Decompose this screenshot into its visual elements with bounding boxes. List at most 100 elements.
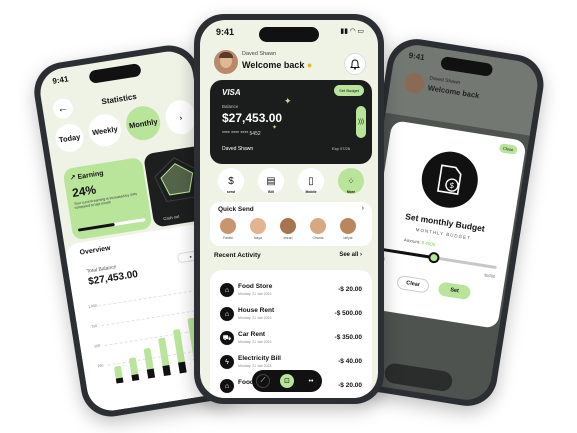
recent-activity-title: Recent Activity xyxy=(214,252,261,259)
bar-segment-dark xyxy=(178,362,187,374)
balance-label: Balance xyxy=(222,104,239,109)
close-button[interactable]: Close xyxy=(498,143,518,155)
quick-send-title: Quick Send xyxy=(218,206,254,213)
activity-date: Monday, 21 Jan 2023 xyxy=(238,292,272,296)
contact-name: lafiyal xyxy=(343,236,353,240)
contact-name: Chams xyxy=(312,236,324,240)
home-screen: 9:41 ▮▮ ◠ ▭ Daved Shawn Welcome back ● V… xyxy=(200,20,378,398)
contactless-icon: ))) xyxy=(356,106,366,138)
set-button[interactable]: Set xyxy=(437,281,472,301)
chart-bar xyxy=(113,365,124,384)
bar-segment-dark xyxy=(146,368,156,379)
y-tick-label: 250 xyxy=(97,363,104,369)
period-today[interactable]: Today xyxy=(53,121,86,154)
chart-bar xyxy=(172,328,187,374)
activity-row[interactable]: ⛟ Car Rent Monday, 21 Jan 2023 -$ 350.00 xyxy=(220,330,362,350)
tab-scan[interactable]: ⊡ xyxy=(280,374,294,388)
document-dollar-icon: $ xyxy=(436,164,462,196)
wave-icon: ● xyxy=(306,60,313,70)
activity-amount: -$ 20.00 xyxy=(338,286,362,293)
activity-row[interactable]: ⌂ House Rent Monday, 21 Jan 2023 -$ 500.00 xyxy=(220,306,362,326)
category-icon: ⌂ xyxy=(220,307,234,321)
amount-value: $ 4000 xyxy=(421,240,436,248)
activity-amount: -$ 350.00 xyxy=(334,334,362,341)
budget-icon: $ xyxy=(417,147,482,212)
close-label: Close xyxy=(502,145,514,153)
bell-icon xyxy=(350,58,360,70)
contact-avatar[interactable] xyxy=(280,218,296,234)
period-more[interactable]: › xyxy=(163,98,199,137)
trend-up-icon: ↗ xyxy=(69,174,77,183)
slider-max: $5000 xyxy=(483,272,496,279)
greeting: Welcome back ● xyxy=(242,60,313,70)
budget-modal: Close $ Set monthly Budget MONTHLY BUDGE… xyxy=(362,119,527,329)
chart-bar xyxy=(157,337,171,377)
category-icon: ⌂ xyxy=(220,379,234,393)
tab-more[interactable]: •• xyxy=(304,374,318,388)
activity-name: Electricity Bill xyxy=(238,355,281,362)
notification-button[interactable] xyxy=(344,53,366,75)
contact-name: Farabi xyxy=(223,236,233,240)
budget-slider[interactable] xyxy=(381,247,497,270)
contact-avatar[interactable] xyxy=(250,218,266,234)
activity-date: Monday, 21 Jan 2023 xyxy=(238,364,272,368)
tab-stats[interactable]: ⟋ xyxy=(256,374,270,388)
activity-name: Food Store xyxy=(238,283,273,290)
card-number: **** **** **** 5452 xyxy=(222,131,261,137)
category-icon: ϟ xyxy=(220,355,234,369)
set-budget-label: Set Budget xyxy=(339,88,359,93)
bar-segment-dark xyxy=(115,377,124,384)
chevron-icon: › xyxy=(178,112,183,122)
chevron-right-icon: › xyxy=(360,252,362,258)
activity-date: Monday, 21 Jan 2023 xyxy=(238,316,272,320)
contact-avatar[interactable] xyxy=(310,218,326,234)
dynamic-island xyxy=(88,62,142,84)
send-icon: $ xyxy=(228,175,234,187)
tab-bar: ⟋ ⊡ •• xyxy=(252,370,322,392)
set-budget-button[interactable]: Set Budget xyxy=(334,85,364,96)
contact-avatar[interactable] xyxy=(220,218,236,234)
slider-handle[interactable] xyxy=(427,251,441,264)
y-tick-label: 750 xyxy=(91,323,98,329)
bar-segment-dark xyxy=(131,374,140,382)
balance-card[interactable]: VISA Set Budget Balance $27,453.00 **** … xyxy=(210,80,372,164)
status-icons: ▮▮ ◠ ▭ xyxy=(340,28,364,35)
activity-name: House Rent xyxy=(238,307,275,314)
bar-segment-dark xyxy=(162,365,171,377)
chart-bar xyxy=(128,357,140,382)
clear-button[interactable]: Clear xyxy=(396,274,430,294)
dots-icon: •• xyxy=(308,377,314,385)
earning-progress xyxy=(77,218,146,232)
activity-amount: -$ 20.00 xyxy=(338,382,362,389)
grid-icon: ⁘ xyxy=(347,175,355,186)
card-expiry: Exp 07/26 xyxy=(331,146,350,151)
visa-logo: VISA xyxy=(222,88,241,97)
bill-icon: ▤ xyxy=(266,175,276,187)
contact-avatar[interactable] xyxy=(340,218,356,234)
activity-row[interactable]: ⌂ Food Store Monday, 21 Jan 2023 -$ 20.00 xyxy=(220,282,362,302)
slider-fill xyxy=(381,247,434,260)
y-tick-label: 1,000 xyxy=(87,303,98,310)
tab-bar xyxy=(383,362,454,393)
more-label: More xyxy=(346,190,356,194)
chevron-right-icon[interactable]: › xyxy=(362,205,364,212)
mobile-icon: ▯ xyxy=(308,175,314,187)
bar-segment-green xyxy=(157,337,170,367)
mobile-label: Mobile xyxy=(305,190,317,194)
amount-label: Amount: xyxy=(403,237,421,245)
period-monthly[interactable]: Monthly xyxy=(123,103,163,143)
activity-name: Car Rent xyxy=(238,331,266,338)
user-name: Daved Shawn xyxy=(242,51,277,57)
avatar[interactable] xyxy=(214,50,238,74)
cash-out-label: Cash out xyxy=(162,213,180,222)
sparkle-icon: ✦ xyxy=(272,125,278,131)
quick-send-panel: Quick Send › Farabi Naya Imran Chams lafiyal xyxy=(210,202,372,246)
see-all-link[interactable]: See all › xyxy=(339,252,362,258)
home-phone: 9:41 ▮▮ ◠ ▭ Daved Shawn Welcome back ● V… xyxy=(194,14,384,404)
category-icon: ⛟ xyxy=(220,331,234,345)
quick-actions: $ send ▤ Bill ▯ Mobile ⁘ More xyxy=(200,168,378,200)
budget-amount: Amount: $ 4000 xyxy=(403,237,435,247)
balance-value: $27,453.00 xyxy=(222,111,283,125)
period-weekly[interactable]: Weekly xyxy=(86,111,124,149)
dynamic-island xyxy=(259,27,319,42)
